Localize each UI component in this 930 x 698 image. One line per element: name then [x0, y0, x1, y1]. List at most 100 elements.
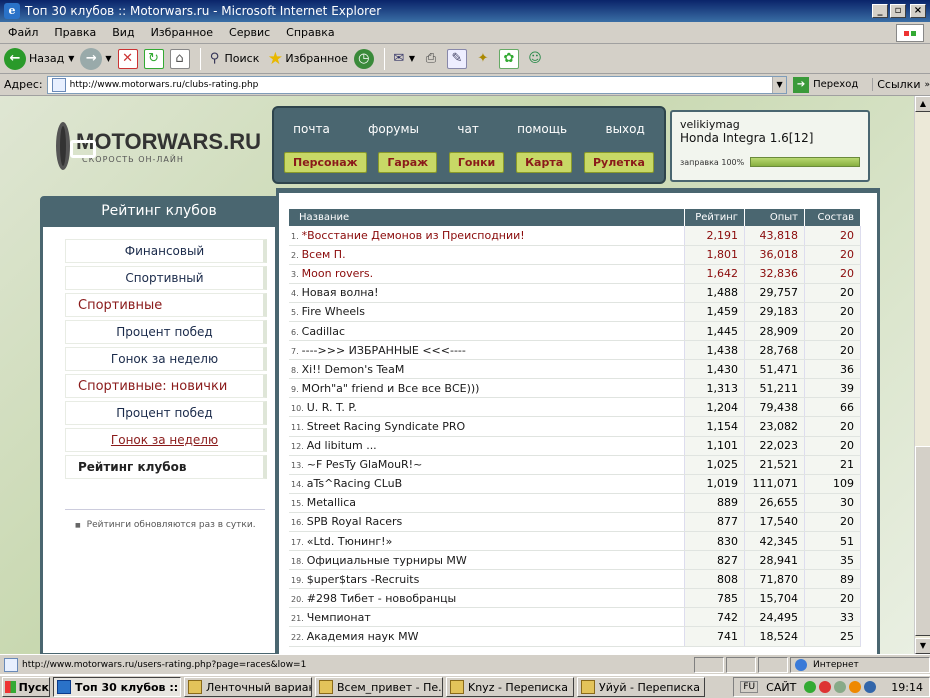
forward-button[interactable]: → ▼ — [80, 47, 112, 70]
chevron-down-icon[interactable]: ▼ — [68, 54, 74, 63]
garage-button[interactable]: Гараж — [378, 152, 438, 173]
minimize-button[interactable]: _ — [872, 4, 888, 18]
start-button[interactable]: Пуск — [2, 677, 50, 697]
taskbar-task[interactable]: Топ 30 клубов :: M... — [53, 677, 181, 697]
character-button[interactable]: Персонаж — [284, 152, 367, 173]
search-button[interactable]: ⚲ Поиск — [205, 49, 260, 69]
members-cell: 89 — [804, 569, 862, 590]
chevron-down-icon[interactable]: ▼ — [772, 76, 787, 93]
rating-menu-item[interactable]: Спортивный — [65, 266, 267, 290]
club-name-link[interactable]: Чемпионат — [307, 611, 371, 624]
menu-edit[interactable]: Правка — [46, 26, 104, 39]
menu-favorites[interactable]: Избранное — [143, 26, 221, 39]
rating-menu-item[interactable]: Гонок за неделю — [65, 347, 267, 371]
chevron-down-icon[interactable]: ▼ — [105, 54, 111, 63]
club-name-link[interactable]: Ad libitum ... — [307, 439, 377, 452]
tray-icon[interactable] — [849, 681, 862, 693]
edit-button[interactable]: ✎ — [447, 48, 467, 69]
site-logo[interactable]: MOTORWARS.RU СКОРОСТЬ ОН-ЛАЙН — [56, 110, 261, 182]
club-name-link[interactable]: ---->>> ИЗБРАННЫЕ <<<---- — [302, 344, 466, 357]
refresh-button[interactable]: ↻ — [143, 48, 164, 69]
club-name-link[interactable]: Академия наук MW — [307, 630, 419, 643]
roulette-button[interactable]: Рулетка — [583, 152, 654, 173]
col-members[interactable]: Состав — [804, 209, 862, 226]
address-input[interactable]: http://www.motorwars.ru/clubs-rating.php… — [46, 75, 788, 94]
club-name-link[interactable]: Всем П. — [302, 248, 346, 261]
tray-label[interactable]: САЙТ — [766, 681, 796, 694]
username[interactable]: velikiymag — [680, 118, 860, 131]
club-name-link[interactable]: Street Racing Syndicate PRO — [307, 420, 465, 433]
taskbar-task[interactable]: Ленточный вариан... — [184, 677, 312, 697]
club-name-link[interactable]: *Восстание Демонов из Преисподнии! — [302, 229, 525, 242]
club-name-link[interactable]: #298 Тибет - новобранцы — [307, 592, 457, 605]
links-button[interactable]: Ссылки — [872, 78, 920, 91]
toolbar-separator — [383, 47, 385, 70]
stop-button[interactable]: ✕ — [117, 48, 138, 69]
icq-button[interactable]: ✿ — [499, 48, 519, 69]
club-name-link[interactable]: $uper$tars -Recruits — [307, 573, 420, 586]
favorites-button[interactable]: ★ Избранное — [265, 49, 348, 69]
chevron-down-icon[interactable]: ▼ — [409, 54, 415, 63]
rating-menu-item[interactable]: Рейтинг клубов — [65, 455, 267, 479]
user-car[interactable]: Honda Integra 1.6[12] — [680, 131, 860, 145]
slogan: СКОРОСТЬ ОН-ЛАЙН — [82, 154, 184, 164]
language-indicator[interactable]: FU — [740, 681, 759, 693]
scroll-down-icon[interactable]: ▼ — [915, 638, 930, 654]
map-button[interactable]: Карта — [516, 152, 573, 173]
chevron-right-icon[interactable]: » — [924, 80, 930, 90]
mail-button[interactable]: ✉ ▼ — [389, 49, 415, 69]
rating-menu-item[interactable]: Спортивные: новички — [65, 374, 267, 398]
rating-menu-item[interactable]: Процент побед — [65, 401, 267, 425]
club-name-link[interactable]: SPB Royal Racers — [307, 515, 403, 528]
close-button[interactable]: × — [910, 4, 926, 18]
nav-link-mail[interactable]: почта — [293, 122, 330, 136]
club-name-link[interactable]: Cadillac — [302, 325, 345, 338]
menu-file[interactable]: Файл — [0, 26, 46, 39]
print-button[interactable]: ⎙ — [421, 49, 441, 69]
vertical-scrollbar[interactable]: ▲ ▼ — [914, 96, 930, 654]
address-value[interactable]: http://www.motorwars.ru/clubs-rating.php — [70, 80, 772, 90]
tray-icon[interactable] — [834, 681, 847, 693]
nav-link-logout[interactable]: выход — [606, 122, 645, 136]
nav-link-chat[interactable]: чат — [457, 122, 478, 136]
club-name-link[interactable]: MOrh"a" friend и Все все ВСЕ))) — [302, 382, 480, 395]
taskbar-task[interactable]: Всем_привет - Пе... — [315, 677, 443, 697]
menu-tools[interactable]: Сервис — [221, 26, 278, 39]
maximize-button[interactable]: ▫ — [890, 4, 906, 18]
club-name-link[interactable]: Новая волна! — [302, 286, 379, 299]
home-button[interactable]: ⌂ — [169, 48, 190, 69]
club-name-link[interactable]: Xi!! Demon's TeaM — [302, 363, 405, 376]
col-name[interactable]: Название — [289, 209, 686, 226]
tray-icon[interactable] — [804, 681, 817, 693]
messenger-button[interactable]: ☺ — [525, 49, 545, 69]
scroll-thumb[interactable] — [915, 446, 930, 636]
go-button[interactable]: ➔ Переход — [793, 76, 858, 93]
discuss-button[interactable]: ✦ — [473, 49, 493, 69]
menu-view[interactable]: Вид — [104, 26, 142, 39]
rating-menu-item[interactable]: Гонок за неделю — [65, 428, 267, 452]
nav-link-help[interactable]: помощь — [517, 122, 567, 136]
tray-icon[interactable] — [864, 681, 877, 693]
col-rating[interactable]: Рейтинг — [684, 209, 745, 226]
rating-menu-item[interactable]: Процент побед — [65, 320, 267, 344]
rating-menu-item[interactable]: Спортивные — [65, 293, 267, 317]
club-name-link[interactable]: ~F PesTy GlaMouR!~ — [307, 458, 423, 471]
col-exp[interactable]: Опыт — [744, 209, 805, 226]
taskbar-task[interactable]: Уйуй - Переписка — [577, 677, 705, 697]
menu-help[interactable]: Справка — [278, 26, 342, 39]
history-button[interactable]: ◷ — [353, 48, 374, 69]
club-name-link[interactable]: «Ltd. Тюнинг!» — [307, 535, 393, 548]
club-name-link[interactable]: U. R. T. P. — [307, 401, 357, 414]
club-name-link[interactable]: aTs^Racing CLuB — [307, 477, 402, 490]
taskbar-task[interactable]: Knyz - Переписка — [446, 677, 574, 697]
nav-link-forums[interactable]: форумы — [368, 122, 419, 136]
scroll-up-icon[interactable]: ▲ — [915, 96, 930, 112]
rating-menu-item[interactable]: Финансовый — [65, 239, 267, 263]
tray-icon[interactable] — [819, 681, 832, 693]
races-button[interactable]: Гонки — [448, 152, 505, 173]
back-button[interactable]: ← Назад ▼ — [4, 47, 74, 70]
club-name-link[interactable]: Официальные турниры MW — [307, 554, 467, 567]
club-name-link[interactable]: Metallica — [307, 496, 356, 509]
club-name-link[interactable]: Moon rovers. — [302, 267, 373, 280]
club-name-link[interactable]: Fire Wheels — [302, 305, 365, 318]
